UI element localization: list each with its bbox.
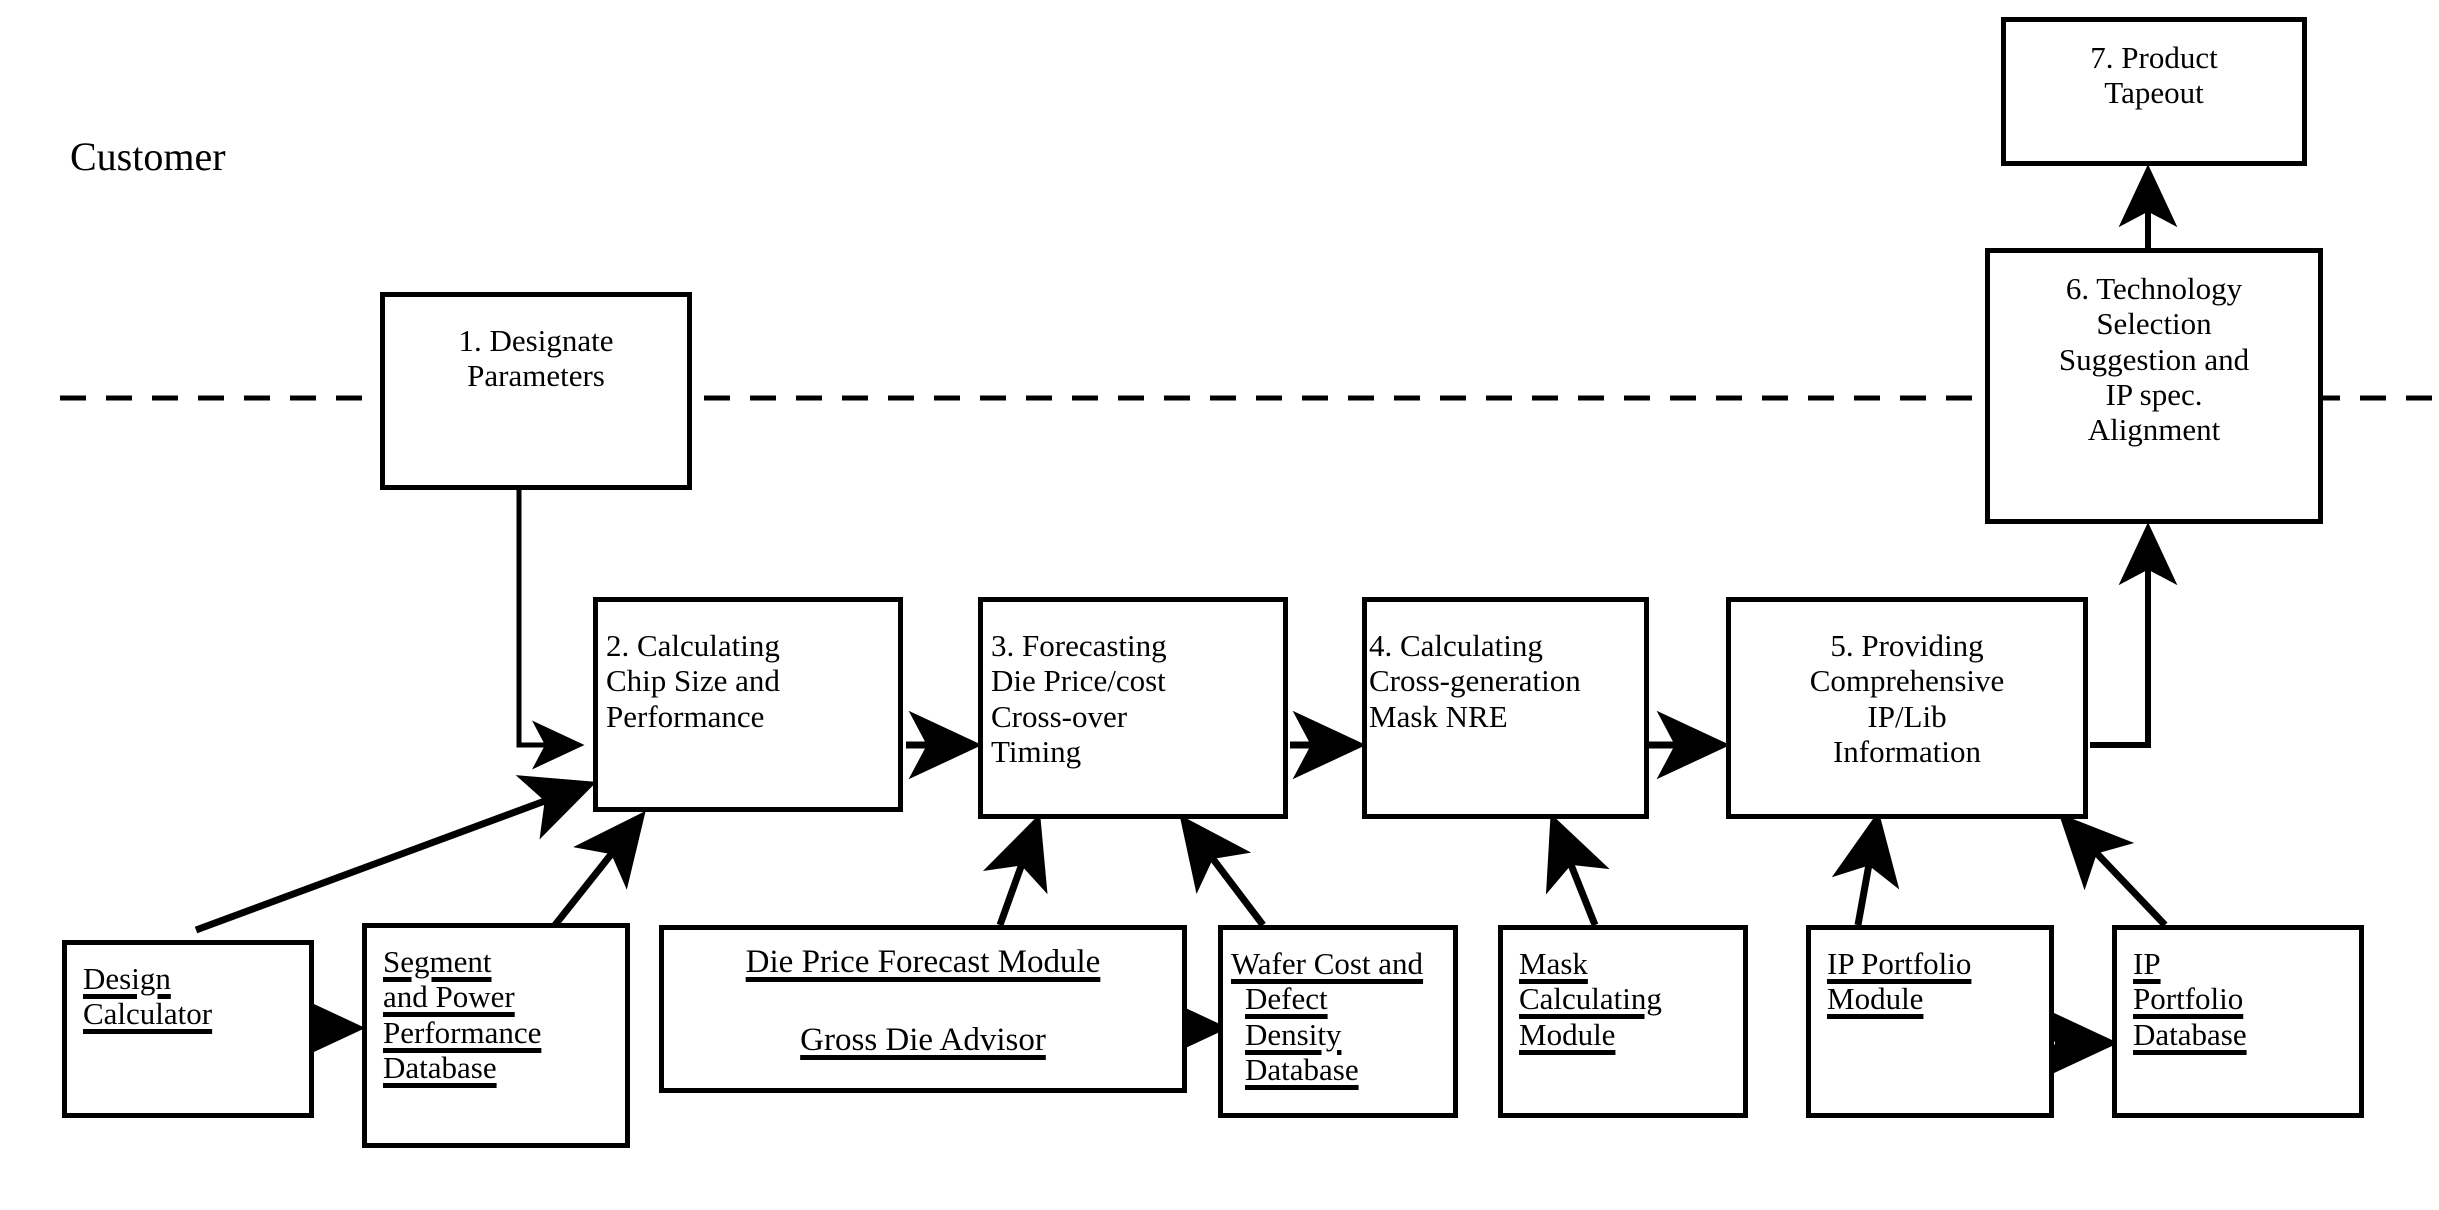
d5-line-2: Calculating (1519, 981, 1662, 1017)
arrow-p1-to-p2 (516, 487, 585, 770)
d7-line-1: IP (2133, 946, 2161, 981)
p6-line-1: 6. Technology (2065, 271, 2243, 306)
p6-line-2: Selection (2096, 306, 2212, 342)
arrow-d4-to-p3 (1179, 814, 1266, 928)
d4-line-2: Defect (1245, 981, 1328, 1017)
d4-line-4: Database (1245, 1051, 1359, 1087)
d2-line-1: Segment (383, 944, 492, 979)
d7-line-2: Portfolio (2133, 981, 2244, 1017)
p4-line-1: 4. Calculating (1369, 628, 1543, 663)
d6-line-2: Module (1827, 981, 1924, 1017)
arrow-d5-to-p4 (1545, 813, 1610, 927)
data-box-die-price-forecast-module[interactable]: Die Price Forecast Module Gross Die Advi… (659, 925, 1187, 1093)
data-box-design-calculator[interactable]: Design Calculator (62, 940, 314, 1118)
d3-line-1: Die Price Forecast Module (745, 944, 1101, 980)
arrow-d1-to-p2 (194, 775, 597, 934)
data-box-mask-calculating-module[interactable]: Mask Calculating Module (1498, 925, 1748, 1118)
d2-line-2: and Power (383, 979, 515, 1015)
data-box-ip-portfolio-database[interactable]: IP Portfolio Database (2112, 925, 2364, 1118)
d4-line-3: Density (1245, 1016, 1342, 1052)
customer-lane-label: Customer (70, 134, 226, 179)
p6-line-3: Suggestion and (2058, 341, 2250, 377)
data-box-segment-power-performance-database[interactable]: Segment and Power Performance Database (362, 923, 630, 1148)
p2-line-2: Chip Size and (606, 663, 780, 699)
arrow-d3-to-p3 (982, 813, 1048, 927)
d2-line-4: Database (383, 1049, 497, 1085)
process-box-6-technology-selection[interactable]: 6. Technology Selection Suggestion and I… (1985, 248, 2323, 524)
p7-line-2: Tapeout (2104, 75, 2204, 111)
p4-line-2: Cross-generation (1369, 663, 1581, 699)
process-box-1-designate-parameters[interactable]: 1. Designate Parameters (380, 292, 692, 490)
flow-diagram-canvas: Customer 1. Designate Parameters 2. Calc… (0, 0, 2439, 1210)
data-box-ip-portfolio-module[interactable]: IP Portfolio Module (1806, 925, 2054, 1118)
p2-line-1: 2. Calculating (606, 628, 780, 663)
data-box-wafer-cost-defect-density-database[interactable]: Wafer Cost and Defect Density Database (1218, 925, 1458, 1118)
p6-line-4: IP spec. (2105, 376, 2203, 412)
p5-line-2: Comprehensive (1809, 663, 2005, 699)
d1-line-2: Calculator (83, 996, 213, 1032)
d3-line-2: Gross Die Advisor (800, 1021, 1046, 1058)
process-box-3-forecasting-die-price[interactable]: 3. Forecasting Die Price/cost Cross-over… (978, 597, 1288, 819)
process-box-7-product-tapeout[interactable]: 7. Product Tapeout (2001, 17, 2307, 166)
arrow-d2-to-p2 (552, 810, 646, 928)
p5-line-3: IP/Lib (1867, 698, 1947, 734)
p2-line-3: Performance (606, 698, 765, 734)
process-box-4-calculating-mask-nre[interactable]: 4. Calculating Cross-generation Mask NRE (1362, 597, 1649, 819)
p3-line-1: 3. Forecasting (991, 628, 1167, 663)
d5-line-1: Mask (1519, 946, 1588, 981)
p6-line-5: Alignment (2087, 412, 2221, 448)
d6-line-1: IP Portfolio (1827, 946, 1972, 981)
d4-line-1: Wafer Cost and (1231, 946, 1424, 981)
p7-line-1: 7. Product (2090, 40, 2218, 75)
p3-line-4: Timing (991, 733, 1082, 769)
p3-line-2: Die Price/cost (991, 663, 1166, 699)
p5-line-4: Information (1832, 733, 1982, 769)
p3-line-3: Cross-over (991, 698, 1128, 734)
p1-line-2: Parameters (467, 358, 605, 394)
arrow-d7-to-p5 (2058, 813, 2168, 928)
arrow-d6-to-p5 (1831, 811, 1900, 926)
d5-line-3: Module (1519, 1016, 1616, 1052)
d7-line-3: Database (2133, 1016, 2247, 1052)
d2-line-3: Performance (383, 1014, 542, 1050)
d1-line-1: Design (83, 961, 171, 996)
arrow-p5-to-p6 (2090, 522, 2178, 748)
p4-line-3: Mask NRE (1369, 698, 1508, 734)
p5-line-1: 5. Providing (1830, 628, 1984, 663)
p1-line-1: 1. Designate (458, 323, 614, 358)
process-box-5-providing-ip-lib-info[interactable]: 5. Providing Comprehensive IP/Lib Inform… (1726, 597, 2088, 819)
process-box-2-calculating-chip-size[interactable]: 2. Calculating Chip Size and Performance (593, 597, 903, 812)
